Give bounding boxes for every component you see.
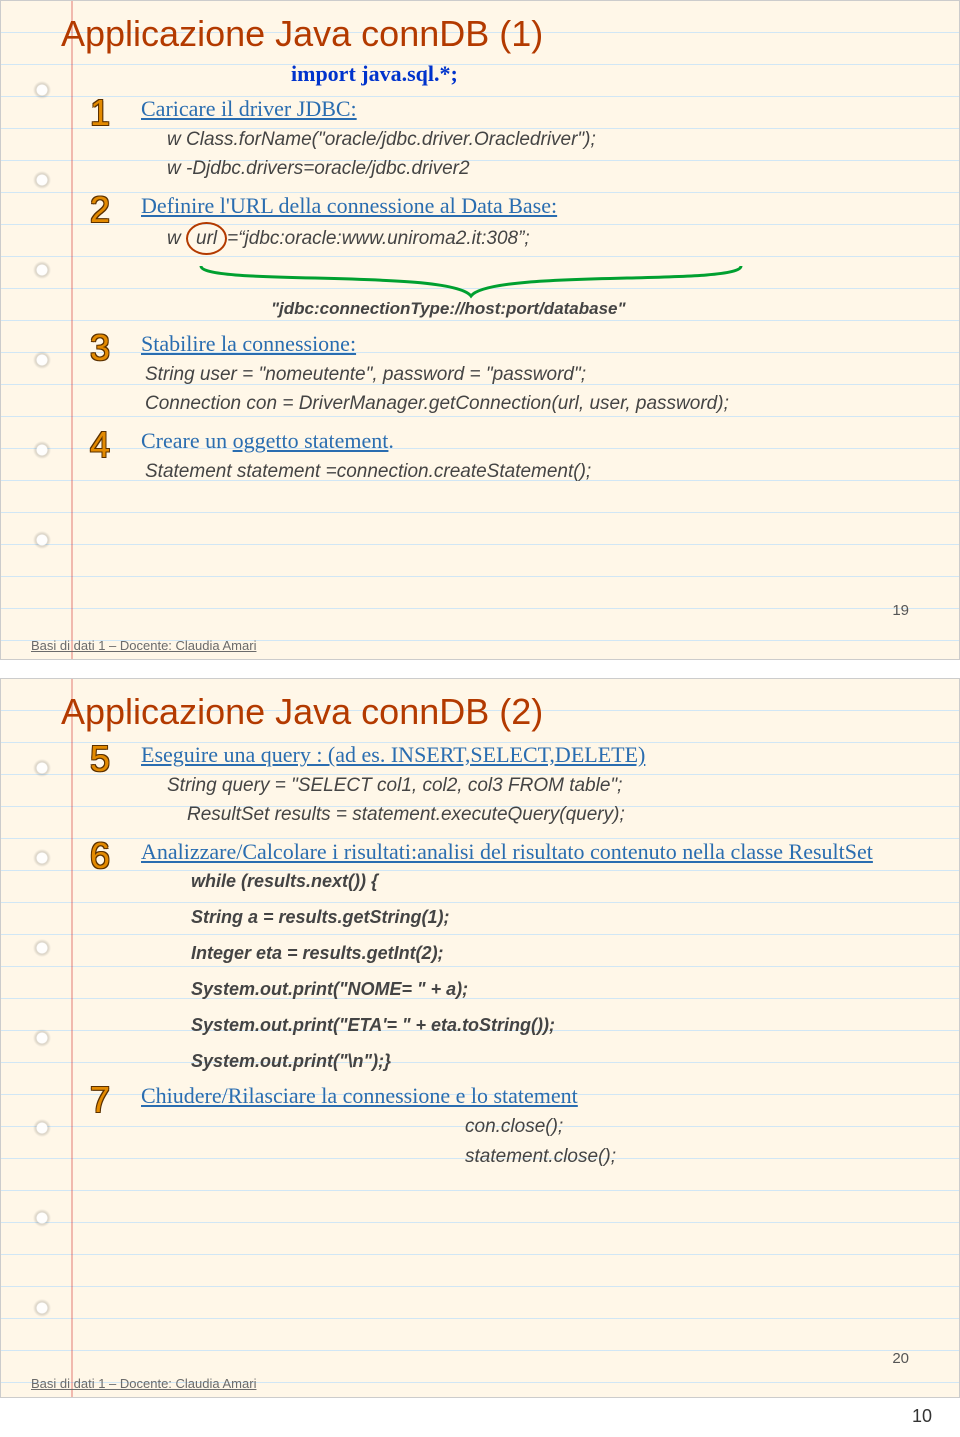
step6-code-5: System.out.print("ETA'= " + eta.toString… (191, 1012, 929, 1038)
step-number-5-icon: 5 (75, 733, 125, 785)
step-number-2-icon: 2 (75, 184, 125, 236)
step-number-4-icon: 4 (75, 419, 125, 471)
url-oval-highlight: url (186, 222, 227, 255)
step4-code-1: Statement statement =connection.createSt… (145, 457, 929, 486)
import-line: import java.sql.*; (291, 61, 929, 87)
step-2: 2 Definire l'URL della connessione al Da… (111, 190, 929, 255)
step5-label: Eseguire una query : (ad es. INSERT,SELE… (141, 742, 645, 767)
slide-page-number: 20 (892, 1350, 909, 1367)
step-number-7-icon: 7 (75, 1074, 125, 1126)
step7-code-2: statement.close(); (465, 1142, 929, 1171)
slide-body: 1 Caricare il driver JDBC: w Class.forNa… (111, 93, 929, 486)
slide-footer: Basi di dati 1 – Docente: Claudia Amari (31, 1376, 256, 1391)
step3-code-1: String user = "nomeutente", password = "… (145, 360, 929, 389)
step5-code-2: ResultSet results = statement.executeQue… (187, 800, 929, 829)
step7-code-1: con.close(); (465, 1112, 929, 1141)
step3-label: Stabilire la connessione: (141, 331, 356, 356)
step7-label: Chiudere/Rilasciare la connessione e lo … (141, 1083, 578, 1108)
step3-code-2: Connection con = DriverManager.getConnec… (145, 389, 929, 418)
step-3: 3 Stabilire la connessione: String user … (111, 328, 929, 419)
slide-title: Applicazione Java connDB (2) (61, 691, 929, 733)
step2-code-1: w url=“jdbc:oracle:www.uniroma2.it:308”; (167, 222, 929, 255)
step6-code-1: while (results.next()) { (191, 868, 929, 894)
sheet-page-number: 10 (0, 1398, 960, 1437)
slide-footer: Basi di dati 1 – Docente: Claudia Amari (31, 638, 256, 653)
step1-code-1: w Class.forName("oracle/jdbc.driver.Orac… (167, 125, 929, 154)
step-7: 7 Chiudere/Rilasciare la connessione e l… (111, 1080, 929, 1171)
step6-code-6: System.out.print("\n");} (191, 1048, 929, 1074)
step6-code-3: Integer eta = results.getInt(2); (191, 940, 929, 966)
step1-code-2: w -Djdbc.drivers=oracle/jdbc.driver2 (167, 154, 929, 183)
slide-body: 5 Eseguire una query : (ad es. INSERT,SE… (111, 739, 929, 1171)
step6-code-2: String a = results.getString(1); (191, 904, 929, 930)
step2-label: Definire l'URL della connessione al Data… (141, 193, 557, 218)
step-number-1-icon: 1 (75, 87, 125, 139)
step-1: 1 Caricare il driver JDBC: w Class.forNa… (111, 93, 929, 184)
step-number-6-icon: 6 (75, 830, 125, 882)
slide-title: Applicazione Java connDB (1) (61, 13, 929, 55)
step1-label: Caricare il driver JDBC: (141, 96, 357, 121)
step-6: 6 Analizzare/Calcolare i risultati:anali… (111, 836, 929, 1075)
slide-page-number: 19 (892, 602, 909, 619)
step6-code-4: System.out.print("NOME= " + a); (191, 976, 929, 1002)
slide-2: Applicazione Java connDB (2) 5 Eseguire … (0, 678, 960, 1398)
step5-code-1: String query = "SELECT col1, col2, col3 … (167, 771, 929, 800)
step-number-3-icon: 3 (75, 322, 125, 374)
slide-1: Applicazione Java connDB (1) import java… (0, 0, 960, 660)
step6-label: Analizzare/Calcolare i risultati:analisi… (141, 839, 873, 864)
step4-label: Creare un oggetto statement. (141, 428, 394, 453)
step-4: 4 Creare un oggetto statement. Statement… (111, 425, 929, 486)
curly-brace-icon (191, 261, 751, 301)
step-5: 5 Eseguire una query : (ad es. INSERT,SE… (111, 739, 929, 830)
